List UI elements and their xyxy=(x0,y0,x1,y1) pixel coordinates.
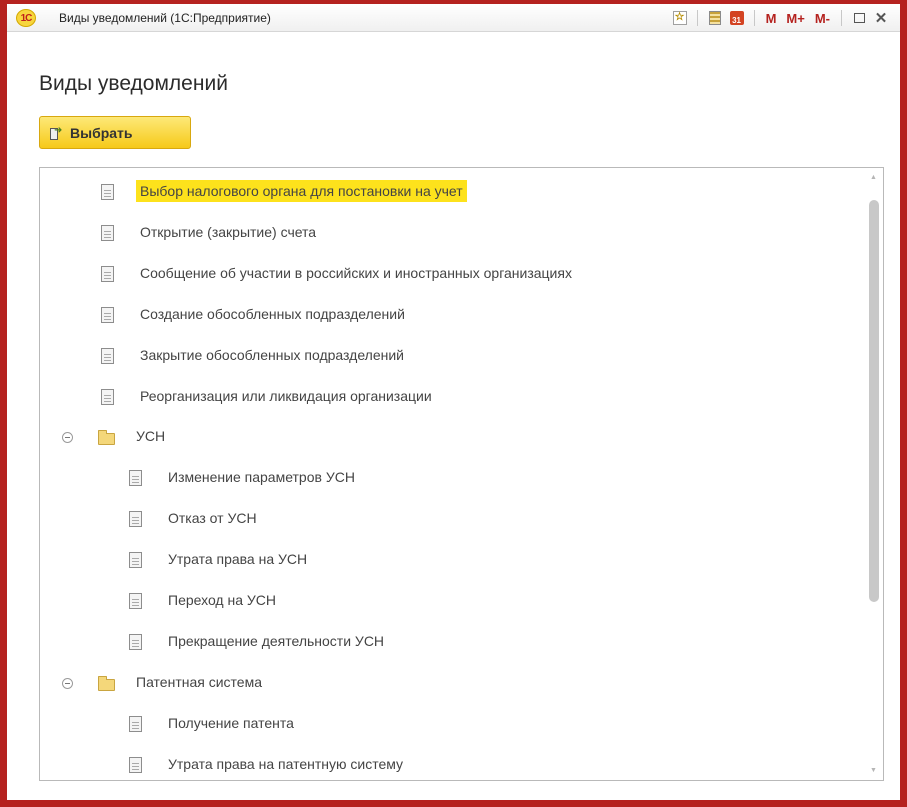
memory-minus-button[interactable]: M- xyxy=(810,8,835,28)
calculator-icon[interactable] xyxy=(704,8,726,28)
folder-icon xyxy=(98,430,115,446)
tree-item-label: Патентная система xyxy=(136,673,262,690)
restore-icon xyxy=(853,13,865,23)
tree-item-label: Сообщение об участии в российских и инос… xyxy=(140,264,572,281)
tree-row[interactable]: Получение патента xyxy=(40,709,840,739)
tree-row[interactable]: Отказ от УСН xyxy=(40,504,840,534)
tree-row[interactable]: Переход на УСН xyxy=(40,586,840,616)
toolbar-divider xyxy=(696,10,698,26)
tree-item-label: Изменение параметров УСН xyxy=(168,469,355,486)
document-icon xyxy=(101,347,114,364)
memory-button[interactable]: M xyxy=(761,8,782,28)
window-title: Виды уведомлений (1С:Предприятие) xyxy=(59,11,271,25)
document-icon xyxy=(129,756,142,773)
document-icon xyxy=(129,593,142,609)
toolbar-divider xyxy=(753,10,755,26)
tree-row[interactable]: Сообщение об участии в российских и инос… xyxy=(40,259,840,289)
scroll-up-icon[interactable]: ▲ xyxy=(870,174,877,181)
toolbar-divider xyxy=(841,10,842,26)
tree-item-label: Отказ от УСН xyxy=(168,510,257,527)
page-title: Виды уведомлений xyxy=(39,72,228,95)
tree-row[interactable]: Выбор налогового органа для постановки н… xyxy=(40,177,840,207)
document-icon xyxy=(129,552,142,569)
tree-row[interactable]: Прекращение деятельности УСН xyxy=(40,627,840,657)
select-button-label: Выбрать xyxy=(70,124,133,141)
favorite-icon[interactable] xyxy=(669,8,691,28)
tree-item-label: УСН xyxy=(136,428,166,445)
restore-button[interactable] xyxy=(848,8,870,28)
document-icon xyxy=(129,470,142,487)
tree-item-label: Создание обособленных подразделений xyxy=(140,305,405,322)
tree-row[interactable]: Изменение параметров УСН xyxy=(40,463,840,493)
tree-item-label: Получение патента xyxy=(168,714,294,731)
tree-row[interactable]: Реорганизация или ликвидация организации xyxy=(40,382,840,412)
scrollbar-thumb[interactable] xyxy=(869,200,879,602)
tree-item-label: Выбор налогового органа для постановки н… xyxy=(136,180,467,202)
tree-row[interactable]: Открытие (закрытие) счета xyxy=(40,218,840,248)
tree-item-label: Открытие (закрытие) счета xyxy=(140,223,317,240)
notification-types-tree[interactable]: Выбор налогового органа для постановки н… xyxy=(39,167,884,781)
title-toolbar: 31 M M+ M- ✕ xyxy=(669,7,892,29)
tree-row[interactable]: Создание обособленных подразделений xyxy=(40,300,840,330)
title-bar: 1С Виды уведомлений (1С:Предприятие) 31 … xyxy=(7,4,900,32)
document-icon xyxy=(101,184,114,200)
tree-group-row[interactable]: Патентная система xyxy=(40,668,840,698)
tree-item-label: Утрата права на УСН xyxy=(168,551,308,568)
close-button[interactable]: ✕ xyxy=(870,8,892,28)
document-icon xyxy=(129,511,142,528)
tree-row[interactable]: Утрата права на патентную систему xyxy=(40,750,840,780)
tree-item-label: Утрата права на патентную систему xyxy=(168,755,404,772)
tree-item-label: Закрытие обособленных подразделений xyxy=(140,346,404,363)
app-window: 1С Виды уведомлений (1С:Предприятие) 31 … xyxy=(0,0,907,807)
calendar-icon[interactable]: 31 xyxy=(726,8,748,28)
tree-group-row[interactable]: УСН xyxy=(40,422,840,452)
document-icon xyxy=(101,265,114,282)
document-icon xyxy=(129,633,142,650)
close-icon: ✕ xyxy=(874,10,888,27)
document-icon xyxy=(129,715,142,732)
select-icon xyxy=(50,125,64,141)
memory-plus-button[interactable]: M+ xyxy=(781,8,809,28)
tree-row[interactable]: Закрытие обособленных подразделений xyxy=(40,341,840,371)
vertical-scrollbar[interactable]: ▲ ▼ xyxy=(868,172,880,776)
collapse-icon[interactable] xyxy=(62,677,73,689)
collapse-icon[interactable] xyxy=(62,432,73,444)
document-icon xyxy=(101,388,114,405)
select-button[interactable]: Выбрать xyxy=(39,116,191,149)
app-logo-icon[interactable]: 1С xyxy=(16,9,36,27)
folder-icon xyxy=(98,675,115,691)
scroll-down-icon[interactable]: ▼ xyxy=(870,767,877,774)
tree-item-label: Переход на УСН xyxy=(168,592,277,608)
document-icon xyxy=(101,224,114,241)
tree-item-label: Прекращение деятельности УСН xyxy=(168,632,385,649)
tree-row[interactable]: Утрата права на УСН xyxy=(40,545,840,575)
tree-item-label: Реорганизация или ликвидация организации xyxy=(140,387,432,404)
document-icon xyxy=(101,306,114,323)
